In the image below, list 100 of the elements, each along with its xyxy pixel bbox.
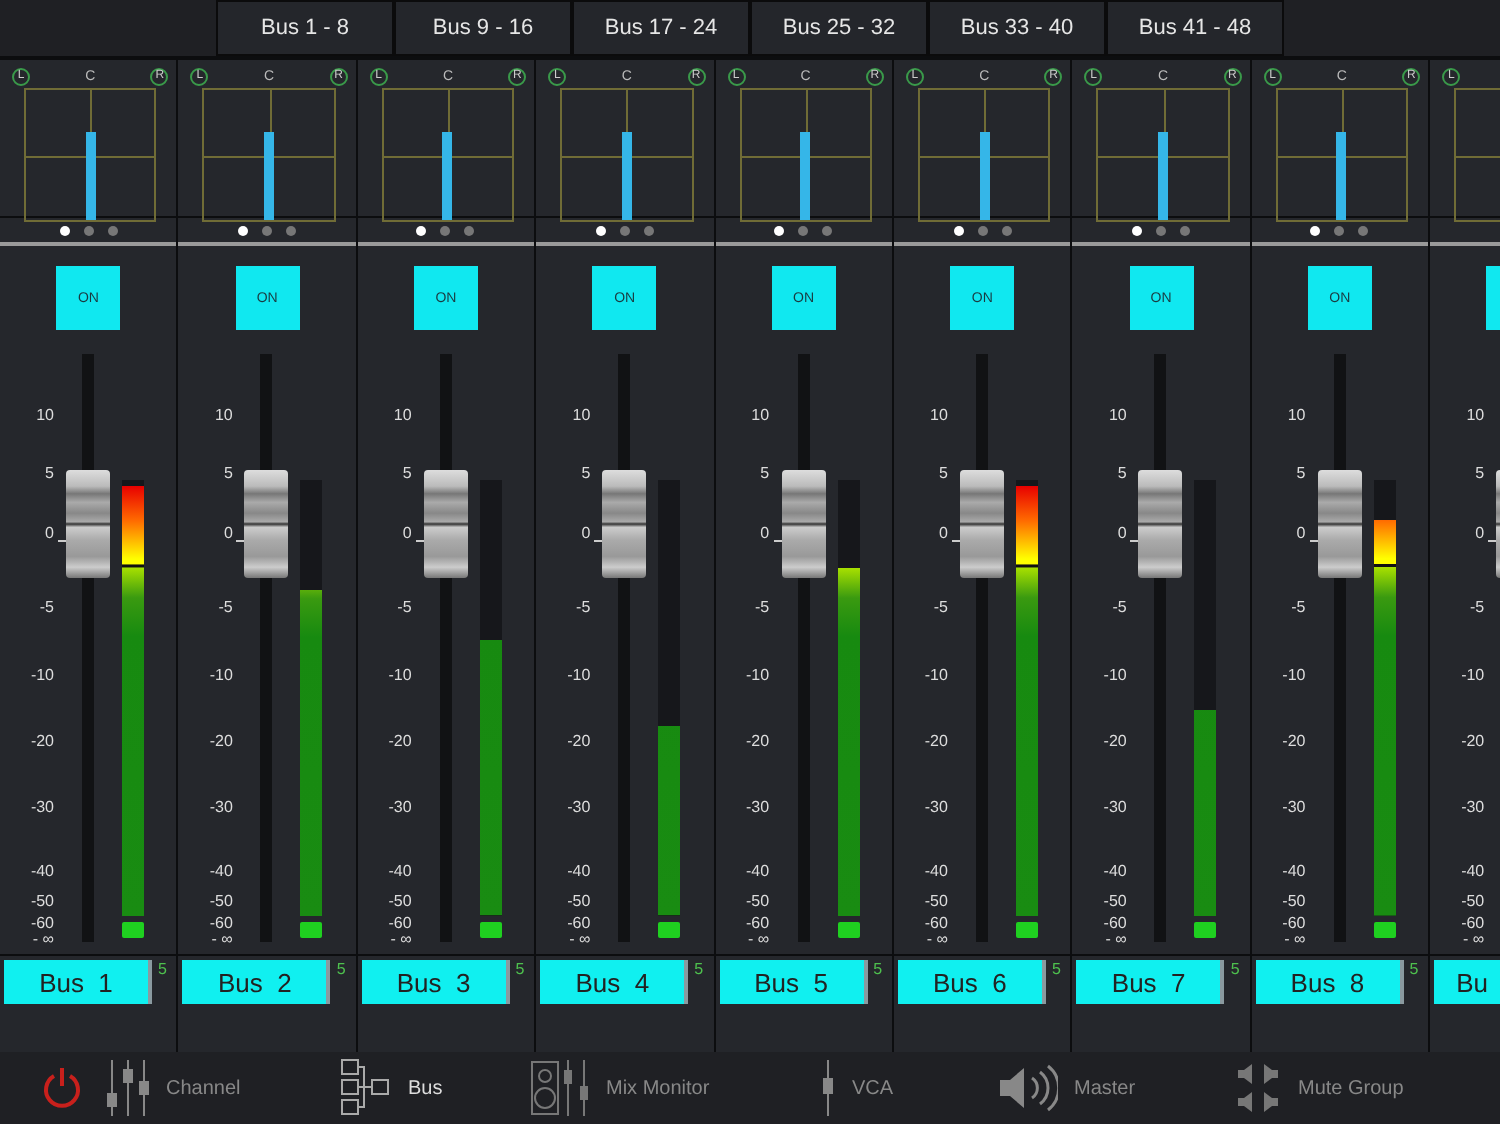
page-dot[interactable] xyxy=(1001,225,1012,235)
scale-label: 0 xyxy=(937,524,948,544)
bus-name-button[interactable]: Bus 8 xyxy=(1255,960,1404,1004)
signal-led xyxy=(300,922,323,938)
pan-display[interactable] xyxy=(1275,88,1409,222)
scale-label: -30 xyxy=(207,798,233,818)
count-label: 5 xyxy=(1409,960,1419,978)
scale-label: -5 xyxy=(1468,598,1485,618)
scale-label: -20 xyxy=(1459,732,1485,752)
page-dot[interactable] xyxy=(59,225,70,235)
bank-tab[interactable]: Bus 1 - 8 xyxy=(216,0,394,56)
scale-label: 0 xyxy=(221,524,233,544)
fader-handle[interactable] xyxy=(66,470,110,579)
scale-label: -20 xyxy=(1280,732,1306,752)
pan-display[interactable] xyxy=(917,88,1051,222)
page-dot[interactable] xyxy=(822,225,833,235)
fader-handle[interactable] xyxy=(244,470,289,579)
count-label: 5 xyxy=(694,960,704,978)
bus-name-button[interactable]: Bus 2 xyxy=(182,960,331,1004)
fader-icon xyxy=(106,1058,150,1118)
page-dot[interactable] xyxy=(1132,225,1143,235)
nav-tab[interactable]: Master xyxy=(998,1064,1136,1112)
scale-label: -10 xyxy=(1459,666,1485,686)
fader-handle[interactable] xyxy=(959,470,1004,579)
scale-label: - ∞ xyxy=(388,930,412,950)
page-dot[interactable] xyxy=(774,225,785,235)
pan-display[interactable] xyxy=(1096,88,1230,222)
pan-display[interactable] xyxy=(739,88,872,222)
page-dot[interactable] xyxy=(238,225,249,235)
page-dot[interactable] xyxy=(262,225,273,235)
bus-name-button[interactable]: Bus 1 xyxy=(4,960,152,1004)
scale-label: -30 xyxy=(1101,798,1127,818)
page-dot[interactable] xyxy=(1180,225,1191,235)
bus-name-button[interactable]: Bu xyxy=(1434,960,1500,1004)
tree-icon xyxy=(340,1058,392,1118)
scale-label: -20 xyxy=(386,732,412,752)
scale-label: 0 xyxy=(43,524,54,544)
scale-label: -60 xyxy=(565,914,591,934)
scale-label: 5 xyxy=(937,464,948,484)
nav-tab[interactable]: Mute Group xyxy=(1234,1064,1404,1112)
page-dot[interactable] xyxy=(83,225,94,235)
scale-label: -30 xyxy=(386,798,412,818)
nav-tab[interactable]: VCA xyxy=(820,1058,894,1118)
page-dot[interactable] xyxy=(595,225,606,235)
scale-label: -10 xyxy=(28,666,54,686)
bus-name-button[interactable]: Bus 4 xyxy=(540,960,689,1004)
bank-tab[interactable]: Bus 25 - 32 xyxy=(750,0,928,56)
fader-handle[interactable] xyxy=(602,470,647,579)
scale-label: -30 xyxy=(1280,798,1306,818)
scale-label: 10 xyxy=(212,406,233,426)
page-dot[interactable] xyxy=(107,225,118,235)
scale-label: 10 xyxy=(570,406,591,426)
fader-handle[interactable] xyxy=(781,470,826,579)
page-dot[interactable] xyxy=(953,225,964,235)
page-dot[interactable] xyxy=(643,225,654,235)
fader-handle[interactable] xyxy=(1317,470,1362,579)
nav-tab[interactable]: Mix Monitor xyxy=(530,1058,710,1118)
bank-tab[interactable]: Bus 17 - 24 xyxy=(572,0,750,56)
pan-display[interactable] xyxy=(381,88,515,222)
fader-handle[interactable] xyxy=(423,470,468,579)
scale-label: 10 xyxy=(1464,406,1485,426)
scale-label: -40 xyxy=(1459,862,1485,882)
page-dot[interactable] xyxy=(1310,225,1321,235)
bus-name-button[interactable]: Bus 5 xyxy=(719,960,868,1004)
page-dot[interactable] xyxy=(619,225,630,235)
scale-label: -20 xyxy=(565,732,591,752)
count-label: 5 xyxy=(515,960,525,978)
bus-name-button[interactable]: Bus 7 xyxy=(1076,960,1225,1004)
scale-label: -50 xyxy=(565,892,591,912)
scale-label: 0 xyxy=(400,524,412,544)
scale-label: -10 xyxy=(386,666,412,686)
scale-label: -10 xyxy=(744,666,770,686)
scale-label: -50 xyxy=(744,892,770,912)
bus-name-button[interactable]: Bus 3 xyxy=(361,960,510,1004)
page-dot[interactable] xyxy=(977,225,988,235)
pan-display[interactable] xyxy=(24,88,157,222)
scale-label: - ∞ xyxy=(567,930,591,950)
scale-label: -40 xyxy=(207,862,233,882)
bank-tab[interactable]: Bus 33 - 40 xyxy=(928,0,1106,56)
page-dot[interactable] xyxy=(464,225,475,235)
scale-label: -40 xyxy=(565,862,591,882)
power-icon[interactable] xyxy=(40,1066,84,1110)
page-dot[interactable] xyxy=(416,225,427,235)
page-dot[interactable] xyxy=(440,225,451,235)
fader-handle[interactable] xyxy=(1138,470,1183,579)
page-dot[interactable] xyxy=(286,225,297,235)
scale-label: - ∞ xyxy=(1103,930,1127,950)
scale-label: 5 xyxy=(1473,464,1485,484)
nav-tab[interactable]: Bus xyxy=(340,1058,443,1118)
nav-tab[interactable]: Channel xyxy=(106,1058,241,1118)
bank-tab[interactable]: Bus 9 - 16 xyxy=(394,0,572,56)
page-dot[interactable] xyxy=(1156,225,1167,235)
pan-display[interactable] xyxy=(202,88,336,222)
pan-display[interactable] xyxy=(560,88,694,222)
page-dot[interactable] xyxy=(1358,225,1369,235)
page-dot[interactable] xyxy=(798,225,809,235)
page-dot[interactable] xyxy=(1334,225,1345,235)
bus-name-button[interactable]: Bus 6 xyxy=(897,960,1046,1004)
bank-tab[interactable]: Bus 41 - 48 xyxy=(1106,0,1284,56)
scale-label: -60 xyxy=(922,914,948,934)
